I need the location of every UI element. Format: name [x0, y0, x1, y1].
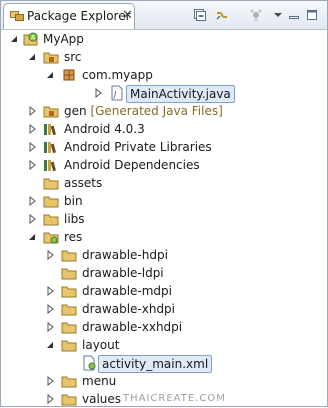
tree-label: Android 4.0.3	[64, 122, 145, 136]
tree-item-myapp[interactable]: A MyApp	[1, 30, 327, 48]
source-folder-icon	[43, 106, 59, 118]
tree-label: drawable-xhdpi	[82, 302, 176, 316]
library-icon	[44, 124, 56, 136]
folder-icon	[61, 304, 77, 316]
focus-icon[interactable]	[247, 6, 265, 24]
link-with-editor-icon[interactable]	[213, 6, 231, 24]
tree-item-menu[interactable]: menu	[1, 372, 327, 390]
tree-item-layout-file[interactable]: activity_main.xml	[1, 354, 327, 373]
tree-item-layout[interactable]: layout	[1, 336, 327, 354]
collapsed-arrow-icon[interactable]	[27, 214, 37, 224]
tree-label: drawable-xxhdpi	[82, 320, 183, 334]
collapsed-arrow-icon[interactable]	[45, 250, 55, 260]
tree-label: bin	[64, 194, 83, 208]
maximize-icon[interactable]	[303, 6, 321, 24]
tree-item-drawable-xhdpi[interactable]: drawable-xhdpi	[1, 300, 327, 318]
tree-label: MyApp	[43, 32, 84, 46]
tree-label: menu	[82, 374, 117, 388]
tree-label: values	[82, 392, 122, 406]
folder-icon	[43, 214, 59, 226]
folder-icon	[61, 286, 77, 298]
library-icon	[44, 160, 56, 172]
tree-label: res	[64, 230, 83, 244]
expanded-arrow-icon[interactable]	[27, 232, 37, 242]
tab-title: Package Explorer	[27, 9, 131, 23]
collapsed-arrow-icon[interactable]	[27, 106, 37, 116]
collapsed-arrow-icon[interactable]	[93, 88, 103, 98]
watermark: THAICREATE.COM	[123, 393, 226, 404]
tree-label: Android Private Libraries	[64, 140, 212, 154]
tree-item-gen[interactable]: gen [Generated Java Files]	[1, 102, 327, 120]
collapsed-arrow-icon[interactable]	[27, 124, 37, 134]
tree-item-libs[interactable]: libs	[1, 210, 327, 228]
expanded-arrow-icon[interactable]	[45, 70, 55, 80]
source-folder-icon	[43, 52, 59, 64]
package-explorer-tab[interactable]: Package Explorer ✕	[3, 3, 135, 29]
tree-item-res[interactable]: res	[1, 228, 327, 246]
tree-item-src[interactable]: src	[1, 48, 327, 66]
collapsed-arrow-icon[interactable]	[45, 286, 55, 296]
tree-label: drawable-hdpi	[82, 248, 168, 262]
tree-item-assets[interactable]: assets	[1, 174, 327, 192]
gen-decoration: [Generated Java Files]	[90, 104, 223, 118]
collapsed-arrow-icon[interactable]	[45, 394, 55, 404]
expanded-arrow-icon[interactable]	[45, 340, 55, 350]
expanded-arrow-icon[interactable]	[9, 34, 19, 44]
folder-icon	[61, 394, 77, 406]
folder-icon	[43, 178, 59, 190]
tree-label: assets	[64, 176, 103, 190]
folder-icon	[61, 340, 77, 352]
minimize-icon[interactable]	[285, 6, 303, 24]
xml-layout-file-icon	[83, 355, 96, 371]
tree-label: drawable-ldpi	[82, 266, 164, 280]
package-explorer-icon	[10, 11, 24, 21]
tree-label: MainActivity.java	[126, 85, 235, 103]
tree-label: Android Dependencies	[64, 158, 200, 172]
tree-item-dependencies[interactable]: Android Dependencies	[1, 156, 327, 174]
tree-item-drawable-xxhdpi[interactable]: drawable-xxhdpi	[1, 318, 327, 336]
tree-item-android-version[interactable]: Android 4.0.3	[1, 120, 327, 138]
package-explorer-view: Package Explorer ✕ A MyApp src com.myapp…	[0, 0, 328, 407]
tree-label: gen [Generated Java Files]	[64, 104, 223, 118]
folder-icon	[61, 250, 77, 262]
collapsed-arrow-icon[interactable]	[27, 160, 37, 170]
view-tab-bar: Package Explorer ✕	[1, 1, 327, 30]
folder-icon	[61, 322, 77, 334]
folder-icon	[61, 268, 77, 280]
tree-label: activity_main.xml	[98, 355, 213, 373]
tree-label: libs	[64, 212, 85, 226]
collapse-all-icon[interactable]	[191, 6, 209, 24]
library-icon	[44, 142, 56, 154]
android-project-icon: A	[23, 32, 38, 46]
tree-item-java-file[interactable]: J MainActivity.java	[1, 84, 327, 103]
close-icon[interactable]: ✕	[122, 8, 133, 23]
tree-item-drawable-mdpi[interactable]: drawable-mdpi	[1, 282, 327, 300]
java-file-icon: J	[111, 85, 123, 101]
tree-item-drawable-ldpi[interactable]: drawable-ldpi	[1, 264, 327, 282]
tree-item-private-libs[interactable]: Android Private Libraries	[1, 138, 327, 156]
collapsed-arrow-icon[interactable]	[45, 304, 55, 314]
collapsed-arrow-icon[interactable]	[45, 322, 55, 332]
resource-folder-icon	[43, 232, 59, 244]
expanded-arrow-icon[interactable]	[27, 52, 37, 62]
collapsed-arrow-icon[interactable]	[27, 142, 37, 152]
tree-label: layout	[82, 338, 120, 352]
tree-label: src	[64, 50, 82, 64]
tree-item-drawable-hdpi[interactable]: drawable-hdpi	[1, 246, 327, 264]
folder-icon	[43, 196, 59, 208]
tree-item-bin[interactable]: bin	[1, 192, 327, 210]
tree-label: drawable-mdpi	[82, 284, 172, 298]
package-icon	[63, 69, 75, 81]
collapsed-arrow-icon[interactable]	[45, 376, 55, 386]
folder-icon	[61, 376, 77, 388]
tree-label: com.myapp	[82, 68, 153, 82]
tree-item-package[interactable]: com.myapp	[1, 66, 327, 84]
collapsed-arrow-icon[interactable]	[27, 196, 37, 206]
